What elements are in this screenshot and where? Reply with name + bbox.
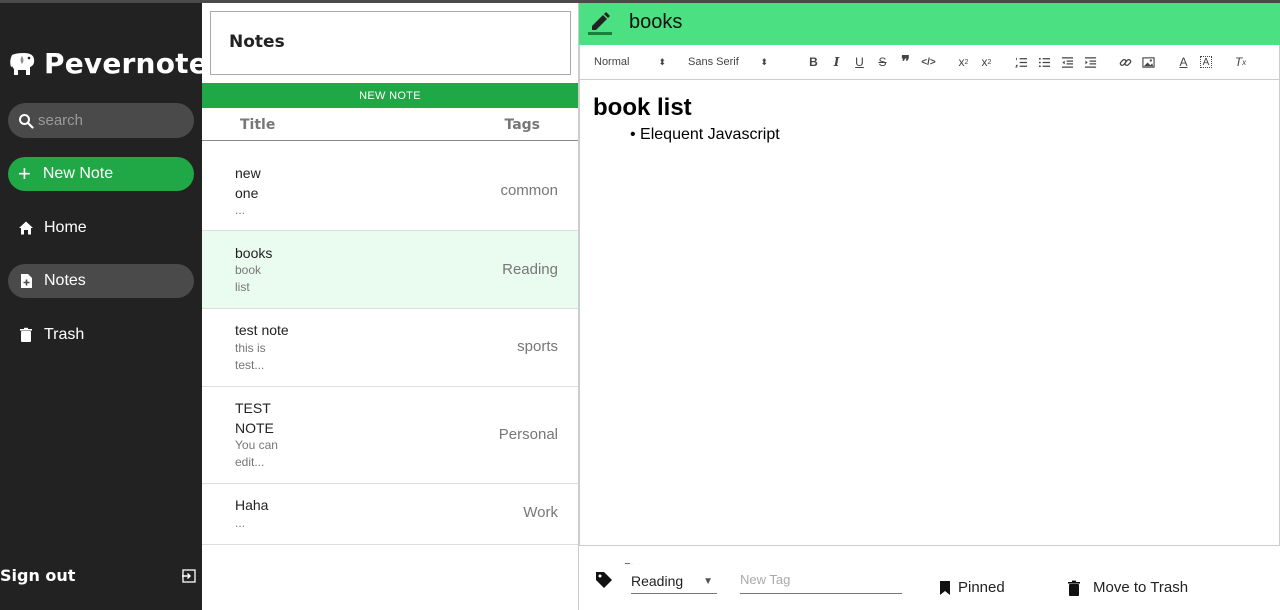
sidebar: Pevernote + New Note Home Notes	[0, 3, 208, 610]
note-title: test note	[235, 322, 289, 338]
notes-panel: Notes NEW NOTE Title Tags new one ... co…	[202, 3, 579, 610]
outdent-icon[interactable]	[1056, 53, 1079, 71]
search-input[interactable]	[38, 112, 188, 129]
sidebar-item-label: Trash	[44, 326, 85, 343]
font-select-value: Sans Serif	[688, 56, 739, 68]
content-list: Elequent Javascript	[593, 126, 1266, 144]
subscript-icon[interactable]: x2	[952, 53, 975, 71]
note-title: TEST NOTE	[235, 400, 274, 436]
chevron-down-icon: ▼	[703, 576, 713, 587]
strike-icon[interactable]: S	[871, 53, 894, 71]
updown-icon: ⬍	[760, 56, 768, 67]
note-tag: Reading	[502, 261, 558, 278]
note-row[interactable]: TEST NOTE You can edit... Personal	[202, 387, 578, 484]
sidebar-item-trash[interactable]: Trash	[8, 318, 194, 352]
sidebar-item-label: Notes	[44, 272, 86, 289]
sidebar-item-label: Home	[44, 219, 87, 236]
new-note-bar-button[interactable]: NEW NOTE	[202, 83, 578, 108]
ordered-list-icon[interactable]	[1010, 53, 1033, 71]
tag-select-value: Reading	[631, 573, 684, 589]
note-title: Haha	[235, 497, 269, 513]
notes-header: Notes	[210, 11, 571, 75]
note-title: books	[235, 245, 273, 261]
sidebar-item-notes[interactable]: Notes	[8, 264, 194, 298]
trash-icon	[20, 327, 32, 342]
note-row[interactable]: new one ... common	[202, 143, 578, 231]
editor-toolbar: Normal ⬍ Sans Serif ⬍ B I U S ❞ </> x2 x…	[579, 45, 1280, 80]
plus-icon: +	[18, 161, 31, 186]
editor-footer: Reading ▼ Pinned Move to Trash	[579, 546, 1280, 610]
new-note-button[interactable]: + New Note	[8, 157, 194, 191]
notes-heading: Notes	[229, 32, 285, 52]
font-select[interactable]: Sans Serif ⬍	[688, 56, 768, 68]
note-editor: Normal ⬍ Sans Serif ⬍ B I U S ❞ </> x2 x…	[579, 3, 1280, 610]
elephant-icon	[10, 52, 35, 75]
note-title: new one	[235, 165, 261, 201]
tag-select[interactable]: Reading ▼	[625, 563, 717, 594]
pencil-icon	[588, 12, 612, 35]
pinned-label: Pinned	[958, 579, 1005, 596]
sidebar-item-home[interactable]: Home	[8, 211, 194, 245]
content-heading: book list	[593, 94, 692, 121]
new-tag-field[interactable]	[740, 569, 902, 594]
bookmark-icon	[940, 580, 950, 595]
underline-icon[interactable]: U	[848, 53, 871, 71]
header-select[interactable]: Normal ⬍	[594, 56, 666, 68]
text-color-icon[interactable]: A	[1172, 53, 1195, 71]
editor-header	[579, 3, 1280, 45]
link-icon[interactable]	[1114, 53, 1137, 71]
note-preview: ...	[235, 203, 246, 217]
tag-icon	[596, 572, 612, 588]
clear-format-icon[interactable]: Tx	[1229, 53, 1252, 71]
exit-icon	[182, 568, 196, 583]
trash-label: Move to Trash	[1093, 579, 1189, 596]
sign-out-button[interactable]: Sign out	[0, 566, 202, 585]
note-add-icon	[21, 274, 32, 288]
bold-icon[interactable]: B	[802, 53, 825, 71]
sign-out-label: Sign out	[0, 566, 76, 585]
note-preview: book list	[235, 263, 262, 294]
notes-table-header: Title Tags	[202, 108, 578, 141]
note-preview: ...	[235, 516, 246, 530]
note-tag: sports	[517, 338, 558, 355]
editor-content[interactable]: book list Elequent Javascript	[579, 80, 1280, 546]
superscript-icon[interactable]: x2	[975, 53, 998, 71]
home-icon	[19, 221, 33, 235]
italic-icon[interactable]: I	[825, 53, 848, 71]
bullet-list-icon[interactable]	[1033, 53, 1056, 71]
indent-icon[interactable]	[1079, 53, 1102, 71]
move-to-trash-button[interactable]: Move to Trash	[1067, 579, 1188, 596]
note-row[interactable]: books book list Reading	[202, 231, 578, 309]
column-tags[interactable]: Tags	[504, 117, 540, 133]
code-icon[interactable]: </>	[917, 53, 940, 71]
app-name: Pevernote	[44, 47, 208, 80]
note-tag: Personal	[498, 426, 558, 443]
note-row[interactable]: test note this is test... sports	[202, 309, 578, 387]
new-tag-input[interactable]	[740, 569, 900, 587]
column-title[interactable]: Title	[240, 117, 275, 133]
note-preview: this is test...	[235, 341, 266, 372]
app: Pevernote + New Note Home Notes	[0, 0, 1280, 610]
updown-icon: ⬍	[658, 56, 666, 67]
blockquote-icon[interactable]: ❞	[894, 53, 917, 71]
trash-icon	[1068, 580, 1080, 596]
search-icon	[19, 113, 34, 129]
header-select-value: Normal	[594, 56, 630, 68]
app-logo: Pevernote	[8, 47, 208, 80]
note-row[interactable]: Haha ... Work	[202, 484, 578, 545]
search-box[interactable]	[8, 103, 194, 138]
new-note-label: New Note	[42, 165, 114, 182]
pin-button[interactable]: Pinned	[938, 579, 1005, 596]
image-icon[interactable]	[1137, 53, 1160, 71]
content-list-item: Elequent Javascript	[630, 126, 1266, 144]
note-tag: Work	[523, 504, 558, 521]
note-tag: common	[500, 182, 558, 199]
background-color-icon[interactable]: A	[1200, 56, 1212, 68]
note-title-input[interactable]	[629, 11, 1229, 34]
note-preview: You can edit...	[235, 438, 278, 469]
